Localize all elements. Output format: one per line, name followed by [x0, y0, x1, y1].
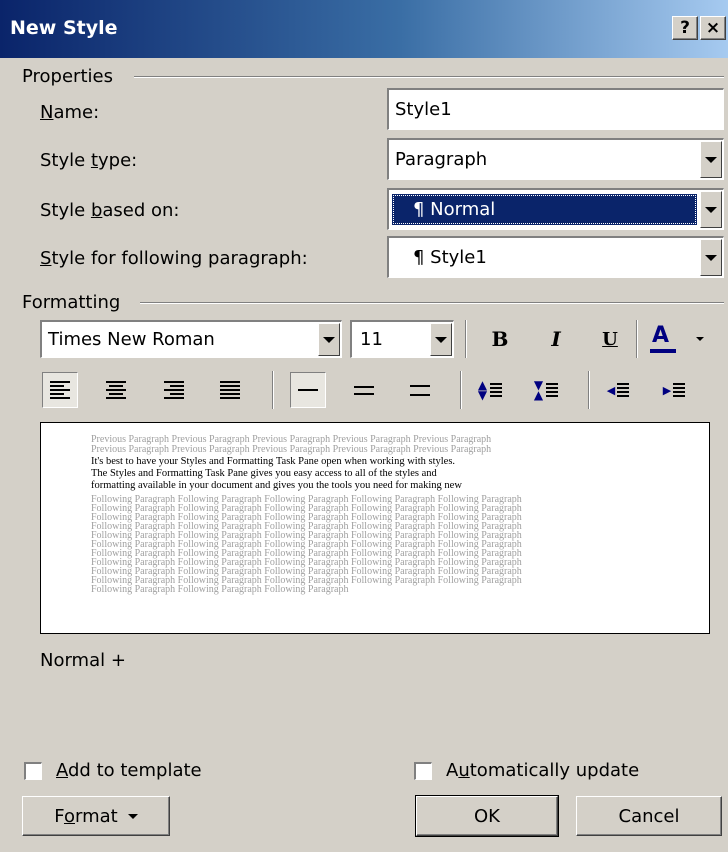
preview-previous-paragraph-1: Previous Paragraph Previous Paragraph Pr… [91, 434, 492, 445]
chevron-down-icon [705, 206, 717, 213]
chevron-down-icon [127, 813, 138, 819]
font-color-button[interactable]: A [648, 321, 712, 357]
bold-icon: B [491, 327, 509, 351]
font-name-value: Times New Roman [48, 329, 215, 350]
toolbar-separator [588, 371, 590, 409]
increase-paragraph-spacing-button[interactable]: ▼ ▲ [528, 372, 564, 408]
underline-button[interactable]: U [592, 321, 628, 357]
auto-update-label[interactable]: Automatically update [446, 760, 639, 781]
format-button[interactable]: Format [22, 796, 170, 836]
increase-indent-button[interactable]: ▶ [656, 372, 692, 408]
align-left-button[interactable] [42, 372, 78, 408]
one-half-spacing-button[interactable] [346, 372, 382, 408]
style-preview-pane: Previous Paragraph Previous Paragraph Pr… [40, 422, 710, 634]
ok-button[interactable]: OK [415, 795, 559, 837]
justify-icon [220, 381, 240, 399]
name-field-value: Style1 [395, 99, 452, 120]
close-icon: × [705, 18, 721, 38]
align-right-icon [164, 381, 184, 399]
cancel-button-label: Cancel [618, 805, 680, 827]
chevron-down-icon [705, 254, 717, 261]
one-half-spacing-icon [354, 385, 374, 395]
align-center-button[interactable] [98, 372, 134, 408]
properties-group-label: Properties [22, 66, 113, 87]
formatting-divider [140, 302, 724, 304]
based-on-dropdown[interactable]: ¶ Normal [387, 188, 724, 230]
help-icon: ? [680, 18, 690, 38]
italic-icon: I [551, 327, 561, 351]
decrease-spacing-icon: ▲ ▼ [478, 379, 503, 401]
toolbar-separator [460, 371, 462, 409]
add-to-template-checkbox[interactable] [24, 762, 42, 780]
properties-divider [134, 76, 724, 78]
auto-update-checkbox[interactable] [414, 762, 432, 780]
based-on-label: Style based on: [40, 200, 180, 221]
name-label: Name: [40, 102, 100, 123]
preview-previous-paragraph-2: Previous Paragraph Previous Paragraph Pr… [91, 444, 492, 455]
format-button-label: Format [54, 805, 118, 827]
style-description: Normal + [40, 650, 126, 671]
preview-sample-line-3: formatting available in your document an… [91, 480, 462, 491]
font-color-swatch [650, 349, 676, 353]
following-dropdown[interactable]: ¶ Style1 [387, 236, 724, 278]
close-button[interactable]: × [700, 16, 726, 40]
underline-icon: U [602, 328, 618, 350]
font-size-value: 11 [360, 329, 383, 350]
toolbar-separator [272, 371, 274, 409]
help-button[interactable]: ? [672, 16, 698, 40]
align-left-icon [50, 381, 70, 399]
font-name-dropdown-button[interactable] [318, 323, 340, 356]
window-title: New Style [10, 17, 118, 39]
preview-sample-line-1: It's best to have your Styles and Format… [91, 456, 456, 467]
font-color-icon: A [652, 323, 670, 348]
font-size-dropdown-button[interactable] [430, 323, 452, 356]
chevron-down-icon [323, 336, 335, 343]
justify-button[interactable] [212, 372, 248, 408]
following-label: Style for following paragraph: [40, 248, 308, 269]
preview-following-paragraph-last: Following Paragraph Following Paragraph … [91, 584, 349, 595]
based-on-value: ¶ Normal [413, 199, 496, 220]
decrease-indent-icon: ◀ [607, 383, 630, 397]
italic-button[interactable]: I [538, 321, 574, 357]
style-type-dropdown-button[interactable] [700, 141, 722, 178]
preview-sample-line-2: The Styles and Formatting Task Pane give… [91, 468, 437, 479]
based-on-dropdown-button[interactable] [700, 191, 722, 228]
single-spacing-button[interactable] [290, 372, 326, 408]
font-name-dropdown[interactable]: Times New Roman [40, 320, 342, 358]
double-spacing-button[interactable] [402, 372, 438, 408]
single-spacing-icon [298, 389, 318, 391]
cancel-button[interactable]: Cancel [576, 796, 722, 836]
increase-indent-icon: ▶ [663, 383, 686, 397]
decrease-indent-button[interactable]: ◀ [600, 372, 636, 408]
add-to-template-label[interactable]: Add to template [56, 760, 202, 781]
double-spacing-icon [410, 384, 430, 396]
name-field[interactable]: Style1 [387, 88, 724, 130]
increase-spacing-icon: ▼ ▲ [534, 379, 559, 401]
font-size-dropdown[interactable]: 11 [350, 320, 454, 358]
style-type-dropdown[interactable]: Paragraph [387, 138, 724, 180]
align-right-button[interactable] [156, 372, 192, 408]
toolbar-separator [465, 320, 467, 358]
style-type-label: Style type: [40, 150, 138, 171]
align-center-icon [106, 381, 126, 399]
style-type-value: Paragraph [395, 149, 488, 170]
chevron-down-icon [435, 336, 447, 343]
following-dropdown-button[interactable] [700, 239, 722, 276]
chevron-down-icon[interactable] [696, 337, 704, 341]
formatting-group-label: Formatting [22, 292, 121, 313]
chevron-down-icon [705, 156, 717, 163]
following-value: ¶ Style1 [413, 247, 487, 268]
bold-button[interactable]: B [482, 321, 518, 357]
toolbar-separator [636, 320, 638, 358]
decrease-paragraph-spacing-button[interactable]: ▲ ▼ [472, 372, 508, 408]
ok-button-label: OK [474, 805, 500, 827]
